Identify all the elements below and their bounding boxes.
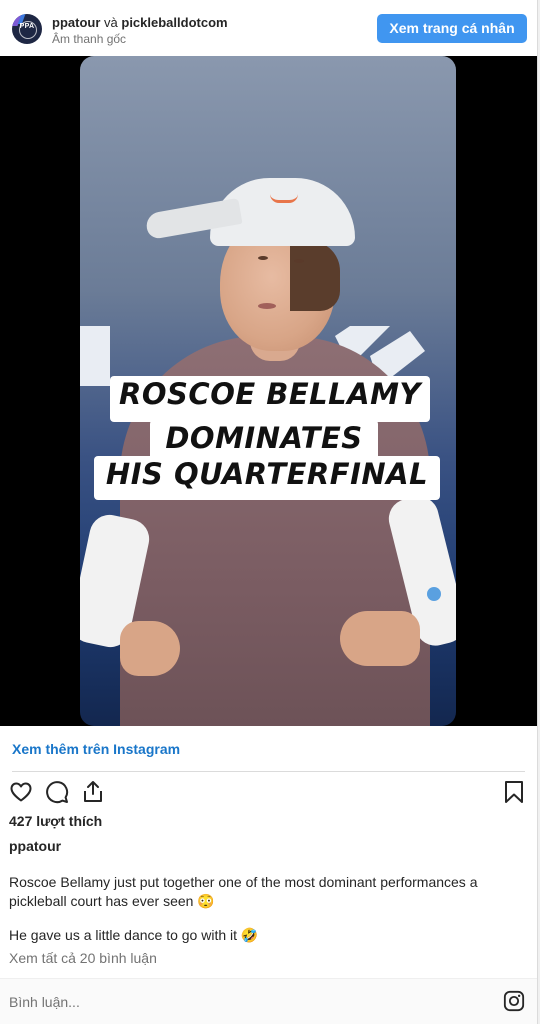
author-joiner: và: [104, 15, 118, 30]
view-profile-button[interactable]: Xem trang cá nhân: [377, 14, 527, 43]
heart-icon[interactable]: [9, 780, 33, 804]
person-right-hand: [340, 611, 420, 666]
person-eye: [294, 259, 304, 263]
comment-bar: [0, 978, 537, 1024]
video-caption-line: DOMINATES: [150, 420, 378, 460]
avatar-logo-text: PPA: [19, 23, 35, 30]
post-authors: ppatour và pickleballdotcom: [52, 15, 228, 30]
avatar[interactable]: PPA: [12, 14, 42, 44]
author-link-ppatour[interactable]: ppatour: [52, 15, 100, 30]
share-icon[interactable]: [81, 779, 105, 804]
post-header: PPA ppatour và pickleballdotcom Âm thanh…: [0, 0, 537, 56]
video-frame[interactable]: ROSCOE BELLAMY DOMINATES HIS QUARTERFINA…: [80, 56, 456, 726]
person-mouth: [258, 303, 276, 309]
comment-icon[interactable]: [45, 780, 69, 804]
like-count[interactable]: 427 lượt thích: [9, 813, 102, 829]
person-left-hand: [120, 621, 180, 676]
person-hair: [290, 241, 340, 311]
audio-label[interactable]: Âm thanh gốc: [52, 32, 126, 46]
post-caption: Roscoe Bellamy just put together one of …: [9, 874, 478, 909]
video-caption-line: HIS QUARTERFINAL: [94, 456, 440, 500]
person-eye: [258, 256, 268, 260]
comment-input[interactable]: [9, 993, 479, 1011]
video-caption-line: ROSCOE BELLAMY: [110, 376, 430, 422]
bookmark-icon[interactable]: [503, 780, 525, 804]
video-player[interactable]: ROSCOE BELLAMY DOMINATES HIS QUARTERFINA…: [0, 56, 537, 726]
author-link-pickleballdotcom[interactable]: pickleballdotcom: [121, 15, 227, 30]
divider: [12, 771, 525, 772]
sleeve-logo: [427, 587, 441, 601]
post-caption-line-2: He gave us a little dance to go with it …: [9, 927, 259, 943]
instagram-icon[interactable]: [503, 990, 525, 1012]
view-more-on-instagram-link[interactable]: Xem thêm trên Instagram: [12, 741, 180, 757]
instagram-embed-card: PPA ppatour và pickleballdotcom Âm thanh…: [0, 0, 538, 1024]
view-all-comments-link[interactable]: Xem tất cả 20 bình luận: [9, 950, 157, 966]
post-owner-username[interactable]: ppatour: [9, 838, 61, 854]
